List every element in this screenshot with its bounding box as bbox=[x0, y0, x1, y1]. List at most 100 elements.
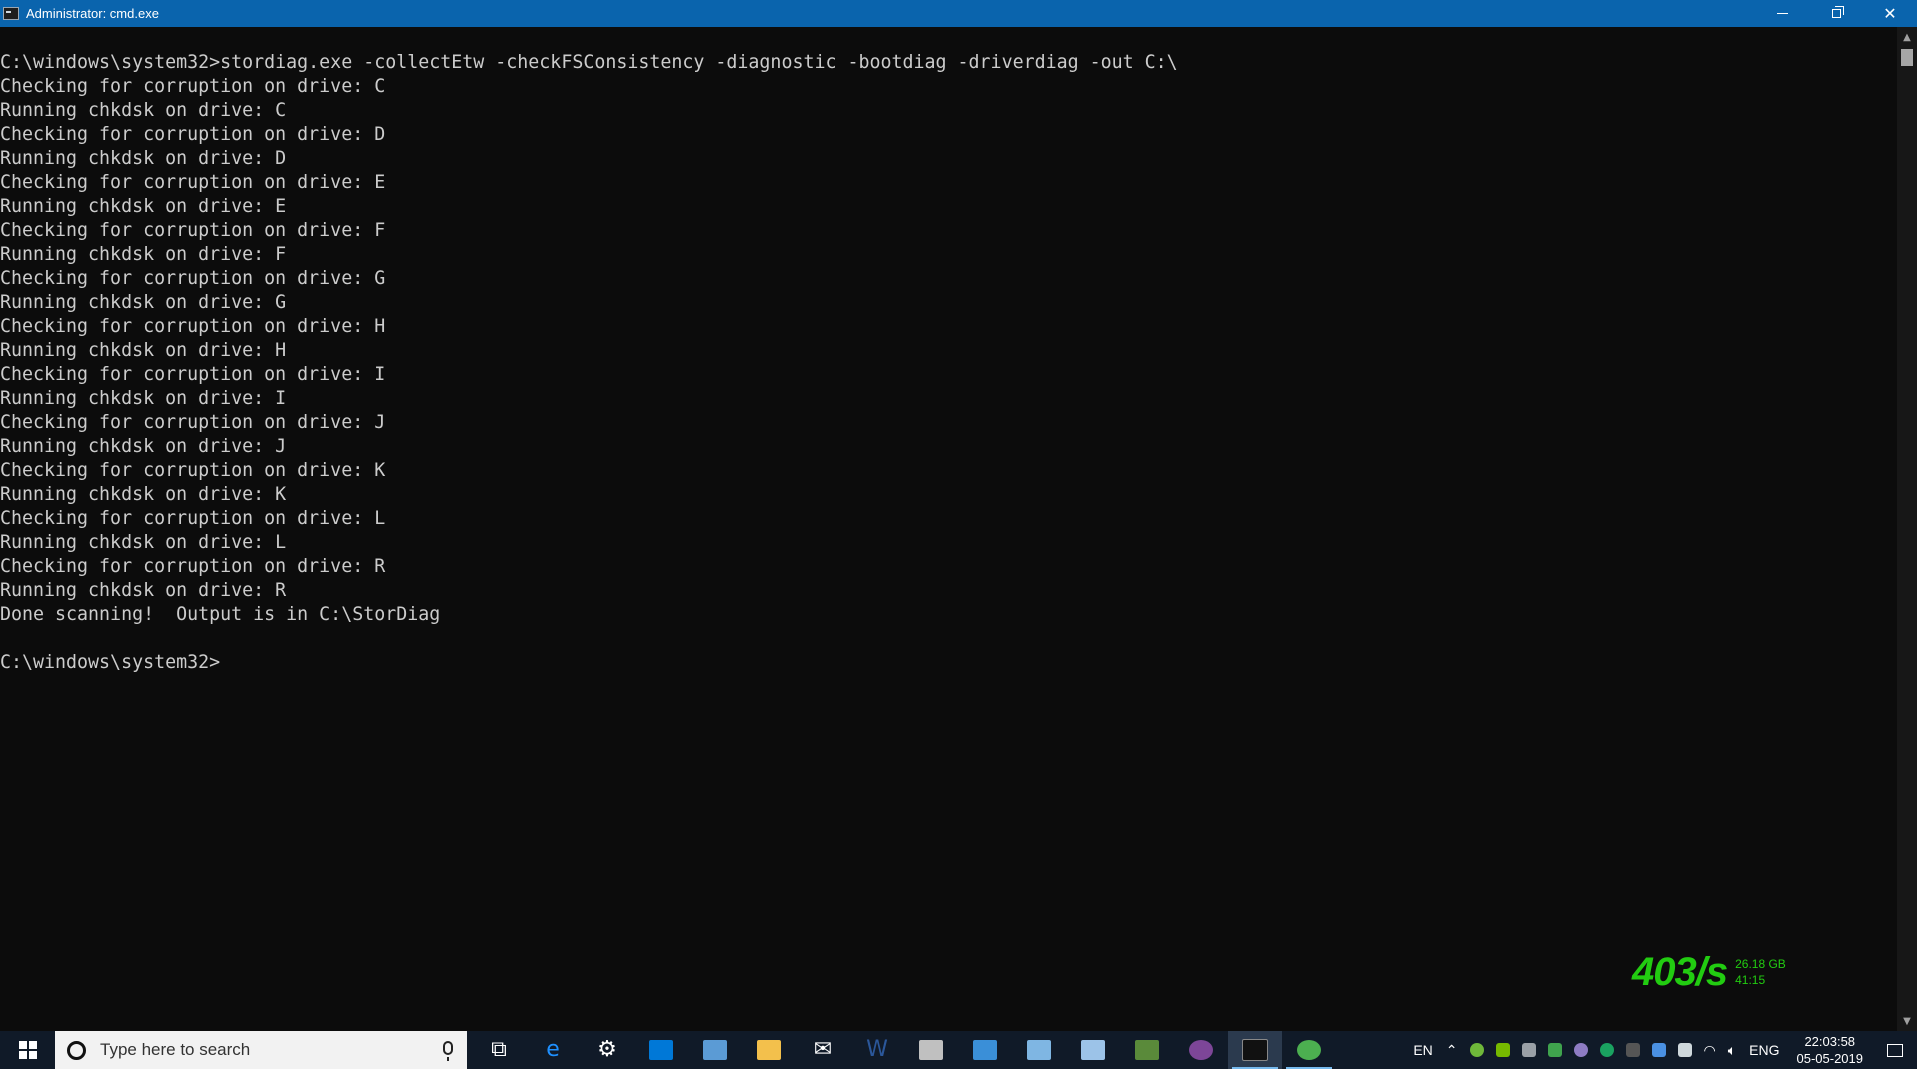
search-box[interactable]: Type here to search bbox=[55, 1031, 467, 1069]
chrome-icon bbox=[1297, 1040, 1321, 1060]
action-center-button[interactable] bbox=[1873, 1031, 1917, 1069]
security-shield-icon[interactable] bbox=[1599, 1043, 1614, 1057]
chevron-up-icon[interactable]: ⌃ bbox=[1446, 1042, 1458, 1059]
tray-leaf-icon[interactable] bbox=[1547, 1043, 1562, 1057]
file-explorer-icon bbox=[757, 1040, 781, 1060]
taskbar-app-control-panel[interactable] bbox=[688, 1031, 742, 1069]
taskbar-app-store[interactable] bbox=[634, 1031, 688, 1069]
window-title: Administrator: cmd.exe bbox=[26, 6, 159, 21]
windows-logo-icon bbox=[18, 1041, 37, 1059]
scroll-down-button[interactable]: ▼ bbox=[1897, 1011, 1917, 1031]
taskbar-app-word[interactable]: W bbox=[850, 1031, 904, 1069]
scrollbar-thumb[interactable] bbox=[1901, 49, 1913, 66]
wifi-icon[interactable]: ◠ bbox=[1704, 1042, 1716, 1059]
console-line: Running chkdsk on drive: G bbox=[0, 292, 287, 313]
taskbar-app-tor-browser[interactable] bbox=[1174, 1031, 1228, 1069]
settings-icon: ⚙ bbox=[597, 1037, 617, 1062]
minimize-icon bbox=[1776, 13, 1788, 14]
console-output[interactable]: C:\windows\system32>stordiag.exe -collec… bbox=[0, 27, 1897, 1031]
nvidia-icon[interactable] bbox=[1495, 1043, 1510, 1057]
cortana-icon bbox=[67, 1040, 86, 1060]
console-line: Checking for corruption on drive: G bbox=[0, 268, 386, 289]
control-panel-icon bbox=[703, 1040, 727, 1060]
console-icon[interactable] bbox=[3, 7, 19, 20]
console-line: Checking for corruption on drive: H bbox=[0, 316, 386, 337]
clock[interactable]: 22:03:58 05-05-2019 bbox=[1787, 1031, 1874, 1069]
vertical-scrollbar[interactable]: ▲ ▼ bbox=[1897, 27, 1917, 1031]
speed-stats: 26.18 GB 41:15 bbox=[1735, 956, 1786, 988]
close-icon: ✕ bbox=[1883, 3, 1897, 23]
console-line: Running chkdsk on drive: L bbox=[0, 532, 287, 553]
ssd-icon[interactable] bbox=[1625, 1043, 1640, 1057]
tray-document-icon[interactable] bbox=[1521, 1043, 1536, 1057]
speed-time: 41:15 bbox=[1735, 973, 1766, 987]
console-line: Running chkdsk on drive: C bbox=[0, 100, 287, 121]
microphone-icon[interactable] bbox=[443, 1041, 453, 1061]
taskbar-app-mail[interactable]: ✉ bbox=[796, 1031, 850, 1069]
volume-icon[interactable]: 🔈︎ bbox=[1728, 1042, 1736, 1059]
console-line: Running chkdsk on drive: F bbox=[0, 244, 287, 265]
input-language-long[interactable]: ENG bbox=[1742, 1042, 1786, 1058]
taskbar-app-paint[interactable] bbox=[904, 1031, 958, 1069]
tray-app-icon[interactable] bbox=[1469, 1043, 1484, 1057]
speed-rate: 403/s bbox=[1632, 949, 1728, 994]
restore-button[interactable] bbox=[1809, 0, 1863, 27]
console-line: Checking for corruption on drive: F bbox=[0, 220, 386, 241]
console-line: Checking for corruption on drive: I bbox=[0, 364, 386, 385]
close-button[interactable]: ✕ bbox=[1863, 0, 1917, 27]
display-icon[interactable] bbox=[1651, 1043, 1666, 1057]
console-line: C:\windows\system32> bbox=[0, 652, 221, 673]
taskbar: Type here to search ⧉ e ⚙ ✉ W EN ⌃ ◠ 🔈︎ ENG … bbox=[0, 1031, 1917, 1069]
console-line: Checking for corruption on drive: D bbox=[0, 124, 386, 145]
paint-icon bbox=[919, 1040, 943, 1060]
taskbar-app-notepad[interactable] bbox=[1012, 1031, 1066, 1069]
console-line: Checking for corruption on drive: E bbox=[0, 172, 386, 193]
taskbar-app-edge[interactable]: e bbox=[526, 1031, 580, 1069]
console-line: C:\windows\system32>stordiag.exe -collec… bbox=[0, 52, 1178, 73]
title-bar[interactable]: Administrator: cmd.exe ✕ bbox=[0, 0, 1917, 27]
speed-overlay: 403/s 26.18 GB 41:15 bbox=[1632, 948, 1786, 996]
search-placeholder: Type here to search bbox=[100, 1040, 251, 1059]
taskbar-app-tree-app[interactable] bbox=[1120, 1031, 1174, 1069]
tor-browser-icon bbox=[1189, 1040, 1213, 1060]
restore-icon bbox=[1831, 6, 1844, 18]
scroll-up-button[interactable]: ▲ bbox=[1897, 27, 1917, 47]
taskbar-app-task-view[interactable]: ⧉ bbox=[472, 1031, 526, 1069]
tray-circle-icon[interactable] bbox=[1573, 1043, 1588, 1057]
taskbar-app-wordpad[interactable] bbox=[1066, 1031, 1120, 1069]
console-lines: C:\windows\system32>stordiag.exe -collec… bbox=[0, 51, 1178, 675]
network-app-icon bbox=[973, 1040, 997, 1060]
store-icon bbox=[649, 1040, 673, 1060]
console-line: Running chkdsk on drive: D bbox=[0, 148, 287, 169]
console-line: Running chkdsk on drive: H bbox=[0, 340, 287, 361]
cmd-icon bbox=[1242, 1039, 1268, 1061]
taskbar-app-cmd[interactable] bbox=[1228, 1031, 1282, 1069]
notification-icon bbox=[1887, 1043, 1903, 1057]
console-line: Running chkdsk on drive: R bbox=[0, 580, 287, 601]
taskbar-app-file-explorer[interactable] bbox=[742, 1031, 796, 1069]
speed-size: 26.18 GB bbox=[1735, 957, 1786, 971]
system-tray: EN ⌃ ◠ 🔈︎ ENG 22:03:58 05-05-2019 bbox=[1406, 1031, 1917, 1069]
tree-app-icon bbox=[1135, 1040, 1159, 1060]
input-language-short[interactable]: EN bbox=[1406, 1042, 1439, 1058]
clock-date: 05-05-2019 bbox=[1796, 1051, 1864, 1066]
taskbar-app-network-app[interactable] bbox=[958, 1031, 1012, 1069]
console-line: Checking for corruption on drive: K bbox=[0, 460, 386, 481]
battery-icon[interactable] bbox=[1677, 1043, 1692, 1057]
console-line: Done scanning! Output is in C:\StorDiag bbox=[0, 604, 441, 625]
minimize-button[interactable] bbox=[1755, 0, 1809, 27]
console-line: Checking for corruption on drive: R bbox=[0, 556, 386, 577]
console-line: Checking for corruption on drive: L bbox=[0, 508, 386, 529]
edge-icon: e bbox=[546, 1037, 560, 1062]
console-line: Checking for corruption on drive: J bbox=[0, 412, 386, 433]
taskbar-apps: ⧉ e ⚙ ✉ W bbox=[472, 1031, 1336, 1069]
clock-time: 22:03:58 bbox=[1804, 1034, 1856, 1049]
console-line: Running chkdsk on drive: E bbox=[0, 196, 287, 217]
taskbar-app-settings[interactable]: ⚙ bbox=[580, 1031, 634, 1069]
start-button[interactable] bbox=[0, 1031, 55, 1069]
console-line: Checking for corruption on drive: C bbox=[0, 76, 386, 97]
notepad-icon bbox=[1027, 1040, 1051, 1060]
taskbar-app-chrome[interactable] bbox=[1282, 1031, 1336, 1069]
wordpad-icon bbox=[1081, 1040, 1105, 1060]
